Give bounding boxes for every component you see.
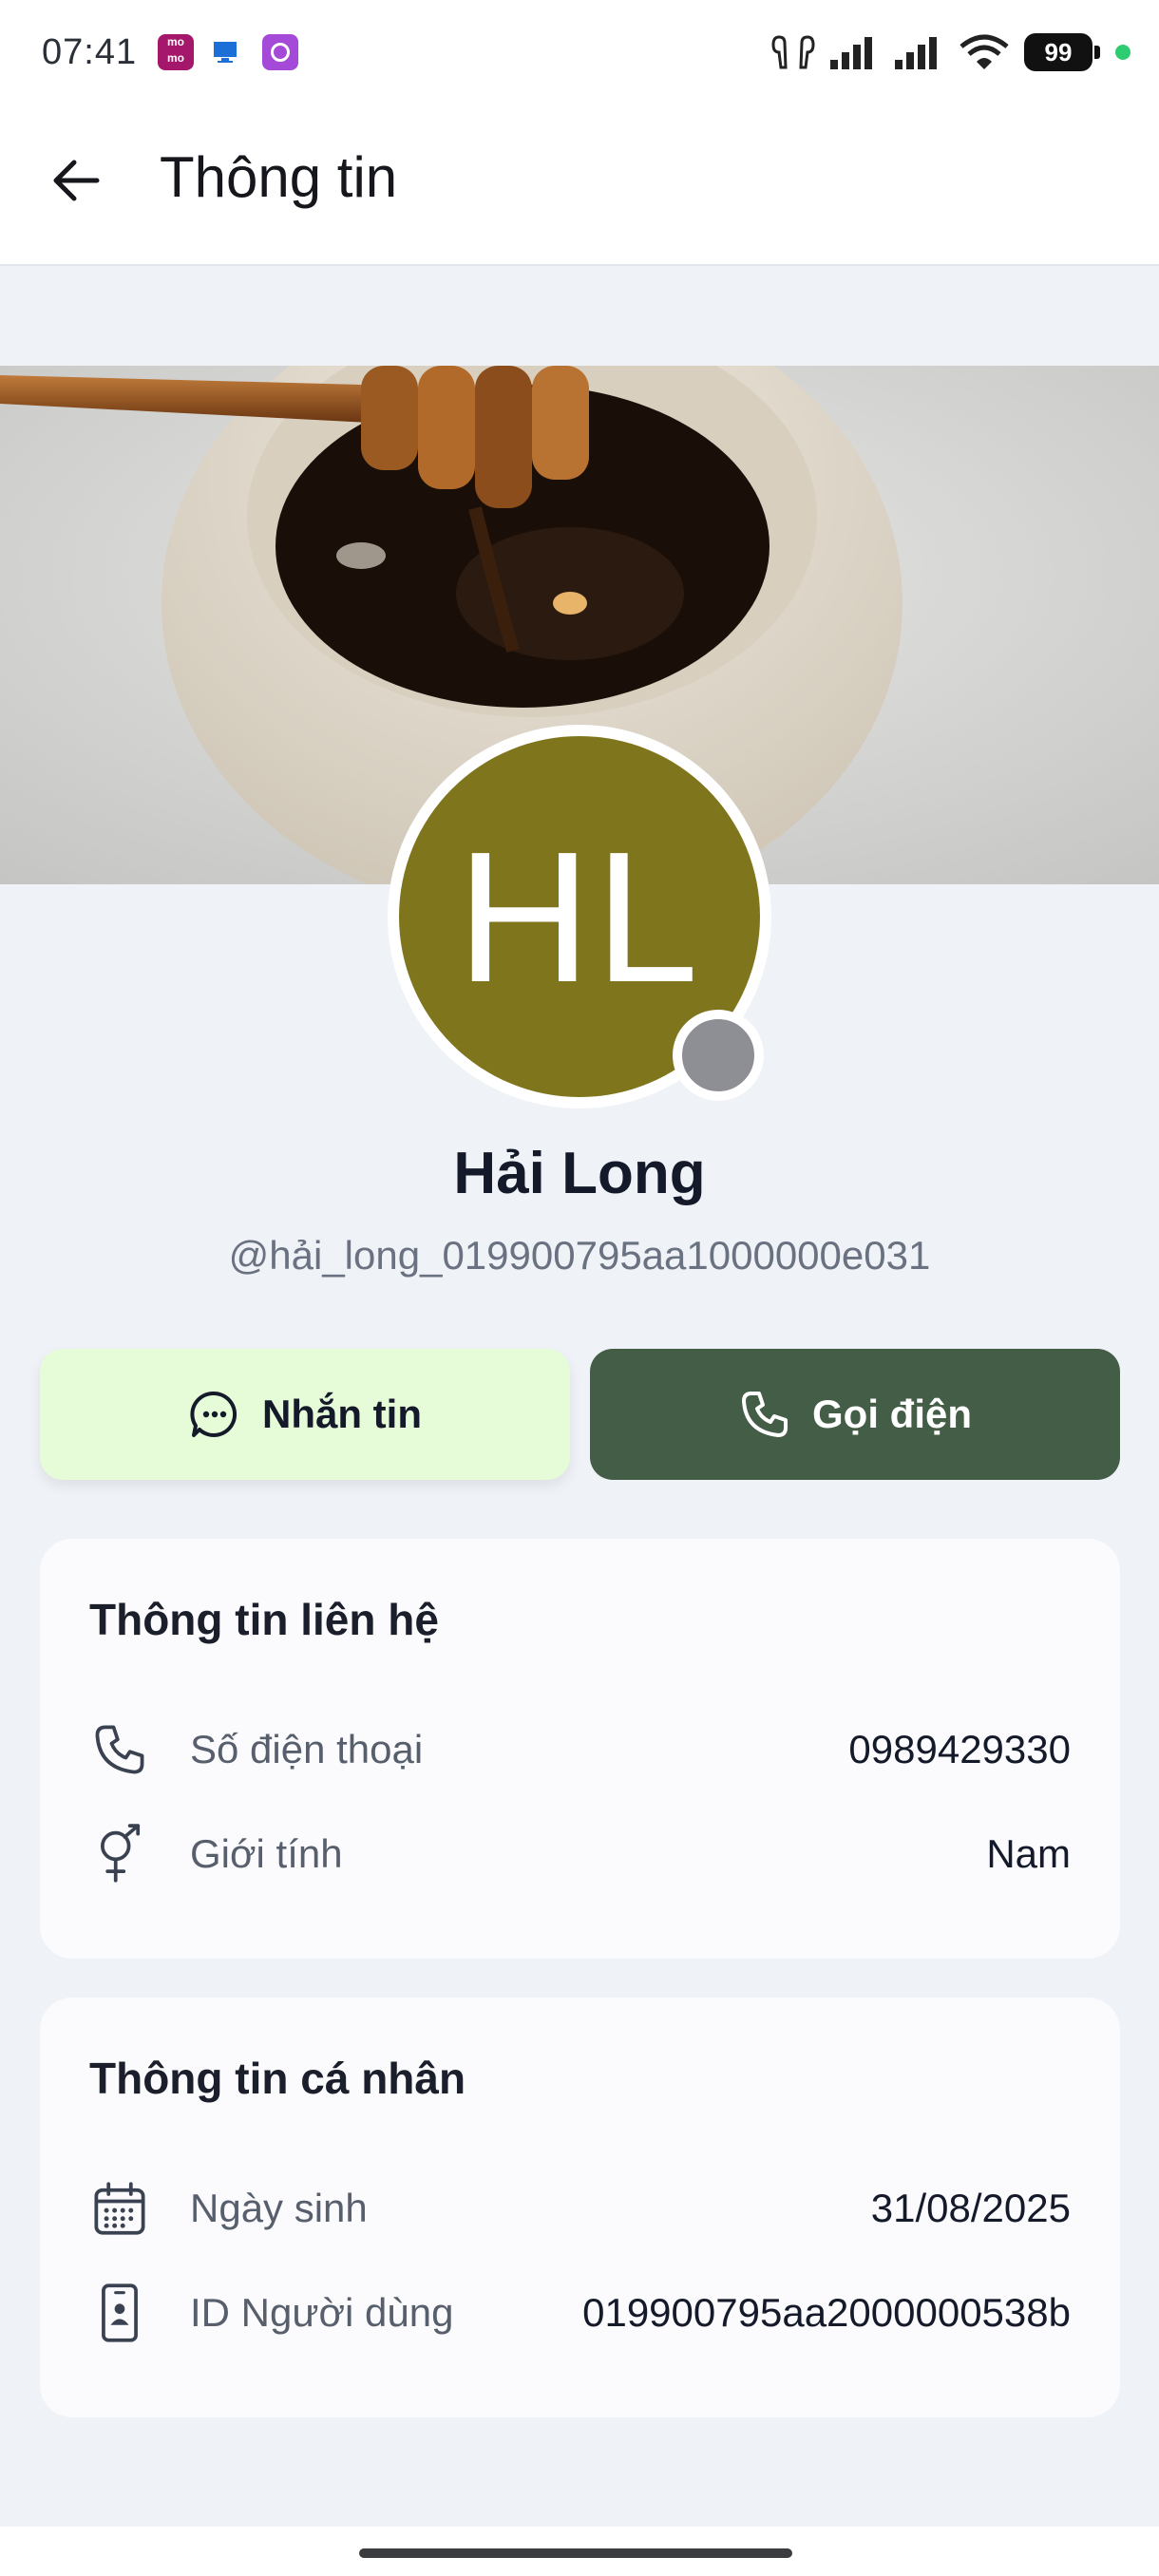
message-button-label: Nhắn tin [262,1392,422,1436]
status-bar: 07:41 mo mo 99 [0,0,1159,104]
calendar-icon [89,2178,150,2239]
message-button[interactable]: Nhắn tin [40,1349,570,1480]
phone-row[interactable]: Số điện thoại 0989429330 [89,1712,1071,1788]
app-bar: Thông tin [0,104,1159,266]
phone-value: 0989429330 [848,1727,1071,1771]
home-indicator[interactable] [359,2548,792,2558]
birthday-label: Ngày sinh [190,2186,368,2230]
gender-icon [89,1824,150,1885]
battery-icon: 99 [1024,33,1100,71]
online-status-indicator [673,1010,764,1101]
signal-icon-2 [895,37,937,69]
personal-info-card: Thông tin cá nhân Ngày sinh 31/08/2025 I… [40,1998,1120,2417]
arrow-left-icon [53,160,100,201]
back-button[interactable] [38,142,114,218]
phone-icon [89,1719,150,1780]
user-id-label: ID Người dùng [190,2290,454,2335]
status-time: 07:41 [42,32,138,72]
signal-icon [830,37,872,69]
phone-icon [742,1392,788,1437]
birthday-value: 31/08/2025 [870,2186,1071,2230]
birthday-row: Ngày sinh 31/08/2025 [89,2170,1071,2246]
profile-avatar: HL [388,725,771,1108]
earbuds-icon [771,35,815,69]
wifi-icon [960,34,1009,69]
call-button-label: Gọi điện [812,1392,972,1436]
contact-info-card: Thông tin liên hệ Số điện thoại 09894293… [40,1539,1120,1959]
status-indicators: 99 [771,28,1130,76]
computer-icon [211,38,247,74]
gender-label: Giới tính [190,1831,343,1876]
user-id-row[interactable]: ID Người dùng 019900795aa2000000538b [89,2275,1071,2351]
id-card-icon [89,2282,150,2343]
momo-icon: mo mo [158,34,194,70]
phone-label: Số điện thoại [190,1727,424,1771]
profile-handle: @hải_long_019900795aa1000000e031 [228,1233,931,1278]
gender-row: Giới tính Nam [89,1816,1071,1892]
circle-app-icon [262,34,298,70]
battery-level: 99 [1044,37,1073,66]
call-button[interactable]: Gọi điện [590,1349,1120,1480]
profile-name: Hải Long [453,1141,706,1206]
privacy-indicator-dot [1115,45,1130,60]
user-id-value: 019900795aa2000000538b [582,2290,1071,2335]
page-title: Thông tin [160,145,398,209]
personal-info-title: Thông tin cá nhân [89,2054,466,2103]
chat-bubble-icon [190,1391,238,1437]
gender-value: Nam [986,1831,1071,1876]
contact-info-title: Thông tin liên hệ [89,1595,439,1644]
